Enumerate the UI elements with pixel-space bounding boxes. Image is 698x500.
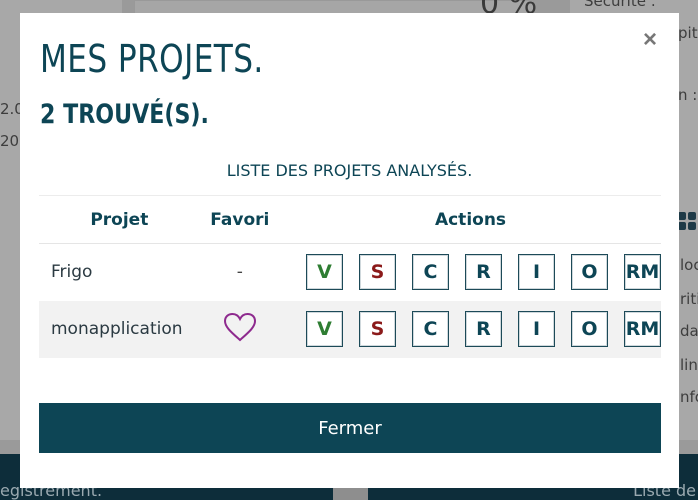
action-button-s[interactable]: S [359, 254, 396, 291]
action-button-v[interactable]: V [306, 311, 343, 347]
column-header-project: Projet [90, 209, 149, 230]
favorite-empty: - [236, 262, 243, 283]
project-name: monapplication [51, 319, 183, 339]
actions-cell: V S C R I O RM [280, 301, 661, 358]
action-button-r[interactable]: R [465, 254, 502, 291]
background-fragment: riti [680, 290, 698, 308]
action-button-i[interactable]: I [518, 254, 555, 291]
background-fragment: daj [680, 322, 698, 340]
grid-icon [678, 212, 698, 238]
projects-modal: × MES PROJETS. 2 TROUVÉ(S). LISTE DES PR… [20, 13, 679, 488]
background-fragment: Sécurité : [584, 0, 656, 10]
favorite-cell [200, 301, 280, 358]
column-header-actions: Actions [434, 209, 507, 230]
action-button-c[interactable]: C [412, 254, 449, 291]
background-fragment: nfo [680, 388, 698, 406]
action-button-s[interactable]: S [359, 311, 396, 347]
action-button-r[interactable]: R [465, 311, 502, 347]
actions-cell: V S C R I O RM [280, 244, 661, 301]
background-fragment: lin [680, 356, 698, 374]
table-row: Frigo - V S C R I O RM [39, 244, 661, 301]
action-buttons: V S C R I O RM [280, 254, 661, 291]
action-button-rm[interactable]: RM [624, 311, 661, 347]
table-header-row: Projet Favori Actions [39, 195, 661, 244]
action-button-v[interactable]: V [306, 254, 343, 291]
background-fragment: pite [678, 24, 698, 42]
projects-table: Projet Favori Actions Frigo - V S C R I … [39, 195, 661, 358]
close-icon[interactable]: × [639, 27, 661, 53]
action-button-c[interactable]: C [412, 311, 449, 347]
background-footer-gap [333, 486, 368, 500]
action-button-rm[interactable]: RM [624, 254, 661, 291]
background-fragment: n : [678, 86, 698, 104]
table-row: monapplication V S C R I O RM [39, 300, 661, 358]
project-name: Frigo [51, 262, 93, 283]
heart-icon[interactable] [223, 312, 257, 342]
column-header-favorite: Favori [210, 209, 270, 230]
list-heading: LISTE DES PROJETS ANALYSÉS. [226, 161, 473, 180]
action-button-i[interactable]: I [518, 311, 555, 347]
action-buttons: V S C R I O RM [280, 311, 661, 347]
modal-subtitle: 2 TROUVÉ(S). [40, 99, 209, 130]
modal-title: MES PROJETS. [40, 37, 264, 81]
action-button-o[interactable]: O [571, 311, 608, 347]
background-fragment: loc [680, 256, 698, 274]
close-button[interactable]: Fermer [39, 403, 661, 453]
action-button-o[interactable]: O [571, 254, 608, 291]
